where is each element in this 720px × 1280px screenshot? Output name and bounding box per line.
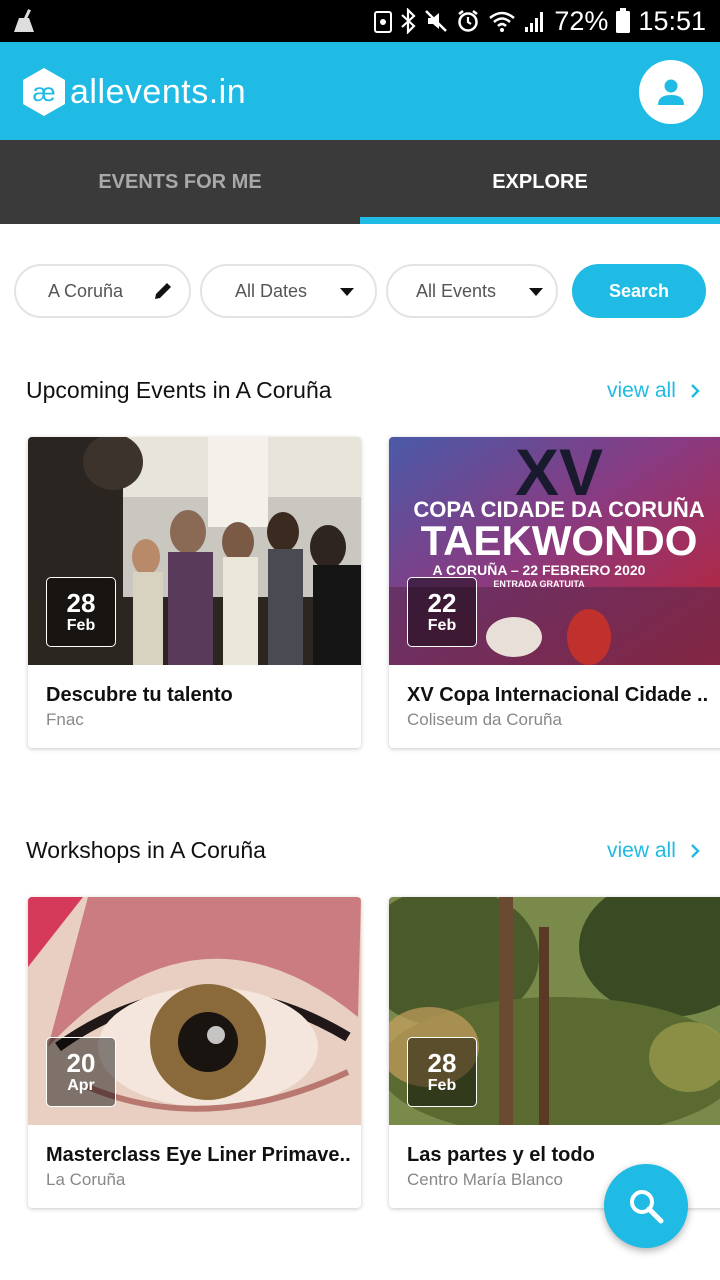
date-month: Feb: [427, 1077, 457, 1094]
date-badge: 22 Feb: [407, 577, 477, 647]
location-value: A Coruña: [48, 280, 124, 301]
bluetooth-icon: [401, 8, 416, 34]
svg-text:A CORUÑA – 22 FEBRERO 2020: A CORUÑA – 22 FEBRERO 2020: [433, 561, 646, 578]
view-all-workshops[interactable]: view all: [607, 839, 700, 863]
svg-text:TAEKWONDO: TAEKWONDO: [421, 517, 698, 564]
app-logo[interactable]: æ allevents.in: [20, 66, 246, 118]
events-type-dropdown[interactable]: All Events: [386, 264, 558, 318]
event-title: Masterclass Eye Liner Primave..: [46, 1144, 351, 1166]
status-icons: 72% 15:51: [374, 4, 706, 38]
event-card[interactable]: 28 Feb Las partes y el todo Centro María…: [389, 897, 720, 1208]
section-title-workshops: Workshops in A Coruña: [26, 837, 266, 863]
search-fab[interactable]: [604, 1164, 688, 1248]
event-venue: Coliseum da Coruña: [407, 710, 562, 729]
date-badge: 20 Apr: [46, 1037, 116, 1107]
view-all-label: view all: [607, 379, 676, 402]
logo-text: allevents.in: [70, 72, 247, 111]
date-day: 22: [427, 588, 457, 618]
event-title: Las partes y el todo: [407, 1144, 595, 1166]
date-day: 28: [427, 1048, 457, 1078]
event-venue: Fnac: [46, 710, 84, 729]
svg-text:æ: æ: [32, 77, 55, 107]
dates-dropdown[interactable]: All Dates: [200, 264, 377, 318]
app-bar: æ allevents.in: [0, 42, 720, 140]
event-card[interactable]: XV COPA CIDADE DA CORUÑA TAEKWONDO A COR…: [389, 437, 720, 748]
date-month: Feb: [427, 617, 457, 634]
battery-icon: [616, 8, 631, 33]
date-day: 28: [66, 588, 96, 618]
dropdown-arrow-icon: [529, 288, 543, 296]
chevron-right-icon: [691, 844, 700, 858]
view-all-label: view all: [607, 839, 676, 862]
date-badge: 28 Feb: [407, 1037, 477, 1107]
tab-bar: EVENTS FOR ME EXPLORE: [0, 140, 720, 224]
search-icon: [630, 1190, 664, 1224]
location-filter[interactable]: A Coruña: [14, 264, 191, 318]
tab-explore[interactable]: EXPLORE: [360, 140, 720, 224]
event-card[interactable]: 20 Apr Masterclass Eye Liner Primave.. L…: [28, 897, 361, 1208]
clock: 15:51: [638, 5, 706, 36]
chevron-right-icon: [691, 384, 700, 398]
wifi-icon: [489, 11, 516, 32]
cleaner-icon: [14, 9, 34, 32]
tab-events-for-me[interactable]: EVENTS FOR ME: [0, 140, 360, 224]
pencil-icon: [155, 283, 171, 299]
user-icon: [658, 79, 684, 105]
section-title-upcoming: Upcoming Events in A Coruña: [26, 377, 332, 403]
event-title: Descubre tu talento: [46, 684, 233, 706]
search-button[interactable]: Search: [572, 264, 706, 318]
event-card[interactable]: 28 Feb Descubre tu talento Fnac: [28, 437, 361, 748]
view-all-upcoming[interactable]: view all: [607, 379, 700, 403]
svg-text:ENTRADA GRATUITA: ENTRADA GRATUITA: [493, 579, 585, 589]
event-title: XV Copa Internacional Cidade ..: [407, 684, 709, 706]
event-venue: La Coruña: [46, 1170, 126, 1189]
alarm-icon: [458, 10, 479, 32]
date-badge: 28 Feb: [46, 577, 116, 647]
dropdown-arrow-icon: [340, 288, 354, 296]
date-day: 20: [66, 1048, 96, 1078]
date-month: Feb: [66, 617, 96, 634]
logo-mark-icon: æ: [23, 68, 65, 116]
events-type-value: All Events: [416, 280, 497, 301]
event-venue: Centro María Blanco: [407, 1170, 563, 1189]
status-bar: 72% 15:51: [0, 0, 720, 42]
signal-icon: [525, 12, 544, 32]
battery-percent: 72%: [554, 5, 609, 36]
date-month: Apr: [67, 1077, 95, 1094]
nfc-icon: [374, 11, 393, 33]
dates-value: All Dates: [235, 280, 308, 301]
mute-icon: [425, 10, 448, 32]
profile-button[interactable]: [639, 60, 703, 124]
